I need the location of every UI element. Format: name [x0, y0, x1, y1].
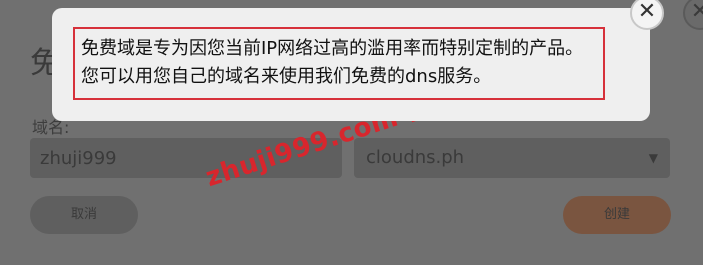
create-button[interactable]: 创建 [563, 196, 671, 234]
tooltip-text: 免费域是专为因您当前IP网络过高的滥用率而特别定制的产品。您可以用您自己的域名来… [81, 38, 584, 87]
domain-suffix-value: cloudns.ph [366, 147, 465, 168]
domain-suffix-select[interactable]: cloudns.ph ▼ [354, 138, 670, 178]
info-tooltip: 免费域是专为因您当前IP网络过高的滥用率而特别定制的产品。您可以用您自己的域名来… [52, 8, 650, 121]
chevron-down-icon: ▼ [648, 151, 658, 165]
highlight-box: 免费域是专为因您当前IP网络过高的滥用率而特别定制的产品。您可以用您自己的域名来… [73, 27, 605, 100]
cancel-button[interactable]: 取消 [30, 196, 138, 234]
